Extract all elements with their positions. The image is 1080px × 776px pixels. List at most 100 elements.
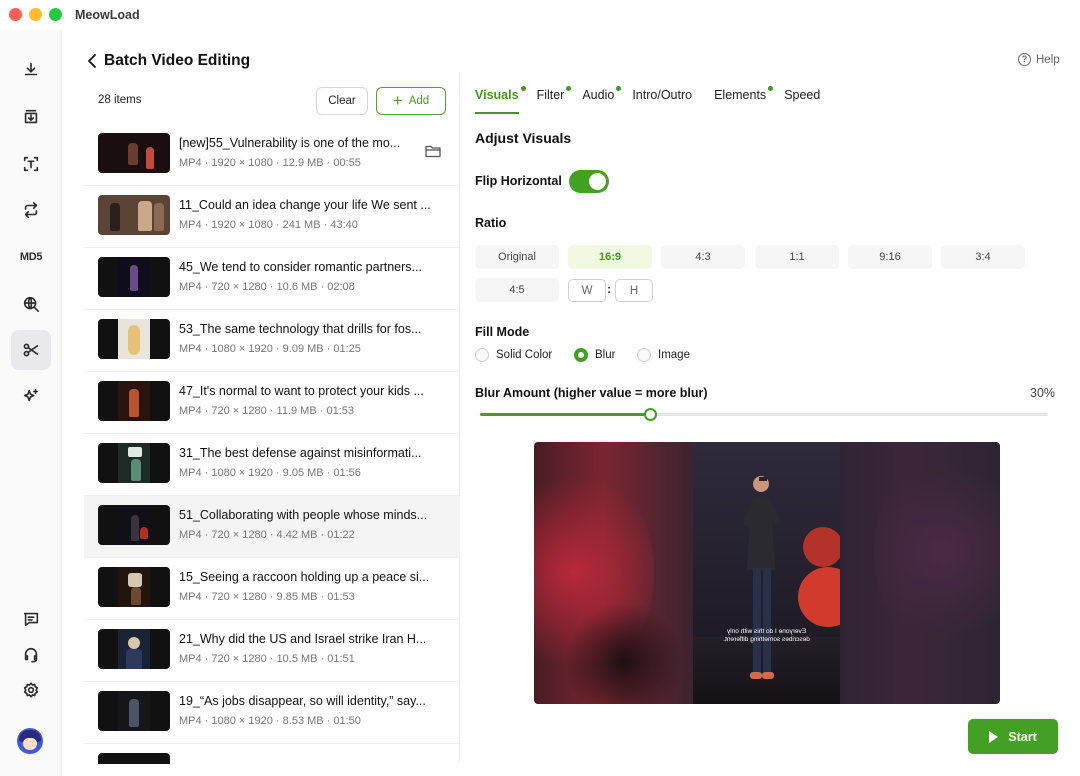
fill-solid-color-radio[interactable]: Solid Color [475,348,552,362]
video-list-panel: 28 items Clear + Add [new]55_Vulnerabili… [84,72,460,764]
rail-support[interactable] [11,635,51,675]
back-arrow-icon[interactable] [86,52,100,70]
video-meta: MP4 · 720 × 1280 · 9.85 MB · 01:53 [179,591,355,603]
close-window-button[interactable] [9,8,22,21]
tab-elements[interactable]: Elements [714,86,774,114]
video-thumbnail [98,567,170,607]
video-thumbnail [98,257,170,297]
custom-height-input[interactable]: H [615,279,653,302]
section-title: Adjust Visuals [475,130,572,146]
radio-icon [637,348,651,362]
fill-image-radio[interactable]: Image [637,348,690,362]
video-name: 31_The best defense against misinformati… [179,446,422,460]
flip-horizontal-toggle[interactable] [569,170,609,193]
video-preview: Everyone I do this with only describes s… [534,442,1000,704]
video-thumbnail [98,443,170,483]
ratio-9-16[interactable]: 9:16 [848,245,932,269]
blur-amount-title: Blur Amount (higher value = more blur) [475,386,708,400]
list-item[interactable]: 15_Seeing a raccoon holding up a peace s… [84,558,460,620]
ratio-4-5[interactable]: 4:5 [475,278,559,302]
list-item[interactable]: 11_Could an idea change your life We sen… [84,186,460,248]
video-name: 47_It's normal to want to protect your k… [179,384,424,398]
rail-download[interactable] [11,50,51,90]
list-item[interactable]: 19_“As jobs disappear, so will identity,… [84,682,460,744]
rail-video-edit[interactable] [11,330,51,370]
start-label: Start [1008,729,1037,744]
rail-convert[interactable] [11,190,51,230]
user-avatar[interactable] [17,728,43,754]
rail-settings[interactable] [11,670,51,710]
ratio-separator: : [607,282,611,296]
custom-width-input[interactable]: W [568,279,606,302]
start-button[interactable]: Start [968,719,1058,754]
video-thumbnail [98,381,170,421]
rail-text-extract[interactable] [11,144,51,184]
convert-icon [24,201,38,219]
video-name: 53_The same technology that drills for f… [179,322,422,336]
minimize-window-button[interactable] [29,8,42,21]
video-thumbnail [98,505,170,545]
ratio-3-4[interactable]: 3:4 [941,245,1025,269]
list-item[interactable]: 47_It's normal to want to protect your k… [84,372,460,434]
feedback-icon [23,612,39,627]
ratio-1-1[interactable]: 1:1 [755,245,839,269]
rail-batch-download[interactable] [11,97,51,137]
rail-ai-tools[interactable] [11,376,51,416]
support-icon [24,647,38,663]
ratio-original[interactable]: Original [475,245,559,269]
add-label: Add [408,95,430,107]
item-count: 28 items [98,94,142,106]
list-item[interactable]: 31_The best defense against misinformati… [84,434,460,496]
rail-md5[interactable]: MD5 [11,237,51,277]
clear-button[interactable]: Clear [316,87,368,115]
rail-web-search[interactable] [11,284,51,324]
download-icon [24,62,38,76]
list-item[interactable] [84,744,460,764]
radio-icon [475,348,489,362]
video-meta: MP4 · 720 × 1280 · 11.9 MB · 01:53 [179,405,354,417]
video-meta: MP4 · 1920 × 1080 · 241 MB · 43:40 [179,219,358,231]
ai-sparkle-icon [23,388,39,402]
ratio-title: Ratio [475,216,507,230]
tab-visuals[interactable]: Visuals [475,86,526,114]
slider-handle[interactable] [644,408,658,421]
video-meta: MP4 · 1080 × 1920 · 9.05 MB · 01:56 [179,467,361,479]
help-link[interactable]: ? Help [1018,53,1060,66]
list-item[interactable]: 21_Why did the US and Israel strike Iran… [84,620,460,682]
settings-icon [23,682,39,698]
video-meta: MP4 · 720 × 1280 · 10.5 MB · 01:51 [179,653,355,665]
app-title: MeowLoad [75,8,140,22]
title-bar: MeowLoad [0,0,1080,30]
list-item[interactable]: 51_Collaborating with people whose minds… [84,496,460,558]
tab-speed[interactable]: Speed [784,88,820,114]
video-meta: MP4 · 720 × 1280 · 10.6 MB · 02:08 [179,281,355,293]
page-title: Batch Video Editing [104,52,251,69]
tab-intro-outro[interactable]: Intro/Outro [632,88,692,114]
video-name: 45_We tend to consider romantic partners… [179,260,422,274]
fill-blur-radio[interactable]: Blur [574,348,615,362]
video-thumbnail [98,691,170,731]
ratio-16-9[interactable]: 16:9 [568,245,652,269]
add-button[interactable]: + Add [376,87,446,115]
list-item[interactable]: 45_We tend to consider romantic partners… [84,248,460,310]
folder-icon[interactable] [425,144,441,158]
speaker-figure [743,476,781,679]
video-thumbnail [98,629,170,669]
slider-fill [480,413,651,416]
editor-tabs: Visuals Filter Audio Intro/Outro Element… [475,86,838,114]
list-item[interactable]: 53_The same technology that drills for f… [84,310,460,372]
tab-audio[interactable]: Audio [582,86,622,114]
rail-feedback[interactable] [11,599,51,639]
fill-mode-title: Fill Mode [475,325,530,339]
ratio-4-3[interactable]: 4:3 [661,245,745,269]
sidebar-rail: MD5 [0,30,62,776]
text-extract-icon [23,156,39,172]
zoom-window-button[interactable] [49,8,62,21]
tab-filter[interactable]: Filter [537,86,572,114]
web-search-icon [23,296,40,313]
modified-dot [616,86,622,91]
blur-amount-slider[interactable] [480,408,1048,421]
video-name: 15_Seeing a raccoon holding up a peace s… [179,570,430,584]
list-item[interactable]: [new]55_Vulnerability is one of the mo..… [84,124,460,186]
radio-selected-icon [574,348,588,362]
